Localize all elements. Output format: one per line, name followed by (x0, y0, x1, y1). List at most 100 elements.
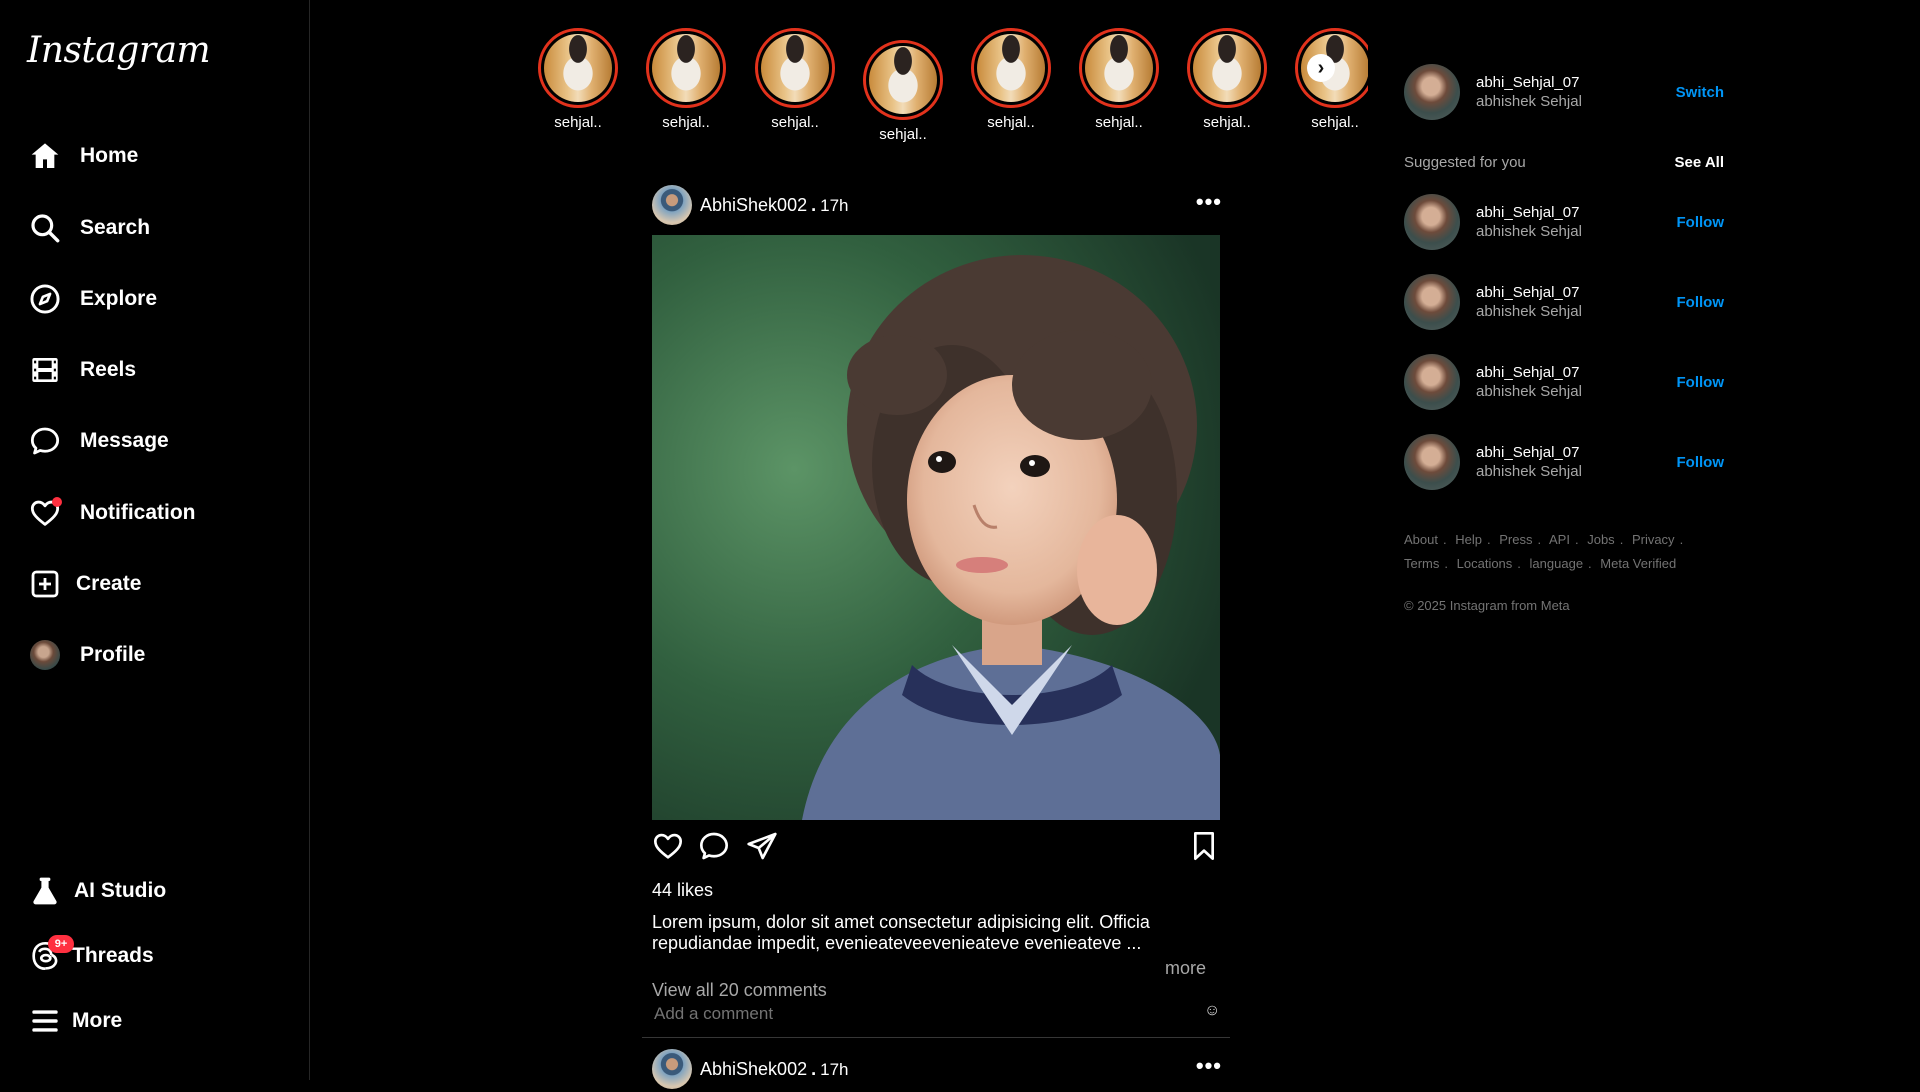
sidebar-item-ai-studio[interactable]: AI Studio (28, 871, 166, 911)
story-item[interactable]: sehjal.. (1187, 28, 1267, 131)
footer-link-language[interactable]: language (1530, 556, 1584, 571)
suggestions-header: Suggested for you See All (1404, 154, 1724, 174)
follow-button[interactable]: Follow (1677, 454, 1725, 471)
divider (642, 1037, 1230, 1038)
like-heart-icon[interactable] (652, 830, 686, 864)
suggestion-username[interactable]: abhi_Sehjal_07 (1476, 443, 1582, 462)
message-bubble-icon (28, 424, 62, 458)
sidebar-item-search[interactable]: Search (28, 208, 150, 248)
footer-link-jobs[interactable]: Jobs (1587, 532, 1614, 547)
story-username: sehjal.. (1311, 114, 1359, 131)
more-options-icon[interactable]: ••• (1196, 1055, 1222, 1077)
footer-link-press[interactable]: Press (1499, 532, 1532, 547)
story-username: sehjal.. (987, 114, 1035, 131)
suggestion-username[interactable]: abhi_Sehjal_07 (1476, 283, 1582, 302)
view-comments-link[interactable]: View all 20 comments (652, 980, 827, 1001)
sidebar-item-profile[interactable]: Profile (28, 635, 145, 675)
sidebar-item-threads[interactable]: 9+ Threads (28, 935, 154, 976)
likes-count[interactable]: 44 likes (652, 880, 713, 901)
footer-link-about[interactable]: About (1404, 532, 1438, 547)
post-time: 17h (820, 195, 849, 215)
sidebar-item-label: Home (80, 144, 139, 167)
sidebar-item-label: Message (80, 429, 169, 452)
stories-next-button[interactable]: › (1307, 54, 1335, 82)
threads-badge: 9+ (48, 935, 74, 953)
story-item[interactable]: sehjal.. (1079, 28, 1159, 131)
avatar[interactable] (1404, 274, 1460, 330)
caption-more-link[interactable]: more (1165, 958, 1206, 979)
comment-bubble-icon[interactable] (698, 830, 732, 864)
post-time: 17h (820, 1059, 849, 1079)
sidebar-item-home[interactable]: Home (28, 136, 138, 176)
footer-link-meta-verified[interactable]: Meta Verified (1600, 556, 1676, 571)
sidebar-item-label: Reels (80, 358, 137, 381)
sidebar-item-reels[interactable]: Reels (28, 350, 136, 390)
avatar[interactable] (1404, 194, 1460, 250)
flask-icon (28, 874, 62, 908)
see-all-link[interactable]: See All (1675, 154, 1724, 171)
avatar[interactable] (1404, 64, 1460, 120)
story-thumbnail (1085, 34, 1153, 102)
heart-icon (28, 496, 62, 530)
footer-link-privacy[interactable]: Privacy (1632, 532, 1675, 547)
share-paper-plane-icon[interactable] (746, 830, 780, 864)
sidebar-item-label: Explore (80, 287, 158, 310)
feed-post: AbhiShek002. 17h ••• (642, 182, 1230, 1038)
footer-link-terms[interactable]: Terms (1404, 556, 1439, 571)
avatar[interactable] (652, 1049, 692, 1089)
post-username-text: AbhiShek002 (700, 1058, 808, 1079)
more-options-icon[interactable]: ••• (1196, 191, 1222, 213)
avatar[interactable] (1404, 354, 1460, 410)
story-item[interactable]: sehjal.. (755, 28, 835, 131)
post-username[interactable]: AbhiShek002. 17h (700, 1059, 848, 1080)
sidebar-item-more[interactable]: More (28, 1001, 122, 1041)
post-actions (652, 830, 1220, 870)
post-separator: . (811, 1058, 817, 1079)
threads-icon: 9+ (28, 935, 74, 973)
sidebar-item-notification[interactable]: Notification (28, 493, 196, 533)
suggestion-username[interactable]: abhi_Sehjal_07 (1476, 363, 1582, 382)
story-username: sehjal.. (771, 114, 819, 131)
instagram-logo[interactable]: Instagram (27, 30, 211, 71)
story-username: sehjal.. (554, 114, 602, 131)
search-icon (28, 211, 62, 245)
story-thumbnail (761, 34, 829, 102)
follow-button[interactable]: Follow (1677, 374, 1725, 391)
footer-link-locations[interactable]: Locations (1457, 556, 1513, 571)
story-item[interactable]: sehjal.. (863, 40, 943, 143)
story-thumbnail (869, 46, 937, 114)
add-comment-input[interactable] (654, 1004, 1114, 1024)
post-username[interactable]: AbhiShek002. 17h (700, 195, 848, 216)
story-ring (538, 28, 618, 108)
avatar[interactable] (652, 185, 692, 225)
story-item[interactable]: sehjal.. (1295, 28, 1368, 131)
footer-link-api[interactable]: API (1549, 532, 1570, 547)
story-ring (863, 40, 943, 120)
suggestion-username[interactable]: abhi_Sehjal_07 (1476, 203, 1582, 222)
story-item[interactable]: sehjal.. (538, 28, 618, 131)
story-thumbnail (1193, 34, 1261, 102)
suggestion-full-name: abhishek Sehjal (1476, 383, 1582, 400)
footer-link-help[interactable]: Help (1455, 532, 1482, 547)
bookmark-icon[interactable] (1188, 830, 1222, 864)
account-username[interactable]: abhi_Sehjal_07 (1476, 73, 1582, 92)
sidebar: Instagram Home Search Explore Reels Mess… (0, 0, 310, 1080)
follow-button[interactable]: Follow (1677, 214, 1725, 231)
suggested-for-you-title: Suggested for you (1404, 154, 1526, 171)
hamburger-menu-icon (28, 1004, 62, 1038)
suggestion-full-name: abhishek Sehjal (1476, 223, 1582, 240)
switch-account-button[interactable]: Switch (1676, 84, 1724, 101)
emoji-icon[interactable]: ☺ (1204, 1002, 1220, 1020)
story-item[interactable]: sehjal.. (646, 28, 726, 131)
footer-links: About. Help. Press. API. Jobs. Privacy. … (1404, 528, 1734, 576)
account-full-name: abhishek Sehjal (1476, 93, 1582, 110)
post-image[interactable] (652, 235, 1220, 820)
post-photo-illustration (652, 235, 1220, 820)
follow-button[interactable]: Follow (1677, 294, 1725, 311)
sidebar-item-message[interactable]: Message (28, 421, 169, 461)
avatar[interactable] (1404, 434, 1460, 490)
sidebar-item-explore[interactable]: Explore (28, 279, 157, 319)
story-item[interactable]: sehjal.. (971, 28, 1051, 131)
story-username: sehjal.. (1203, 114, 1251, 131)
sidebar-item-create[interactable]: Create (28, 564, 141, 604)
